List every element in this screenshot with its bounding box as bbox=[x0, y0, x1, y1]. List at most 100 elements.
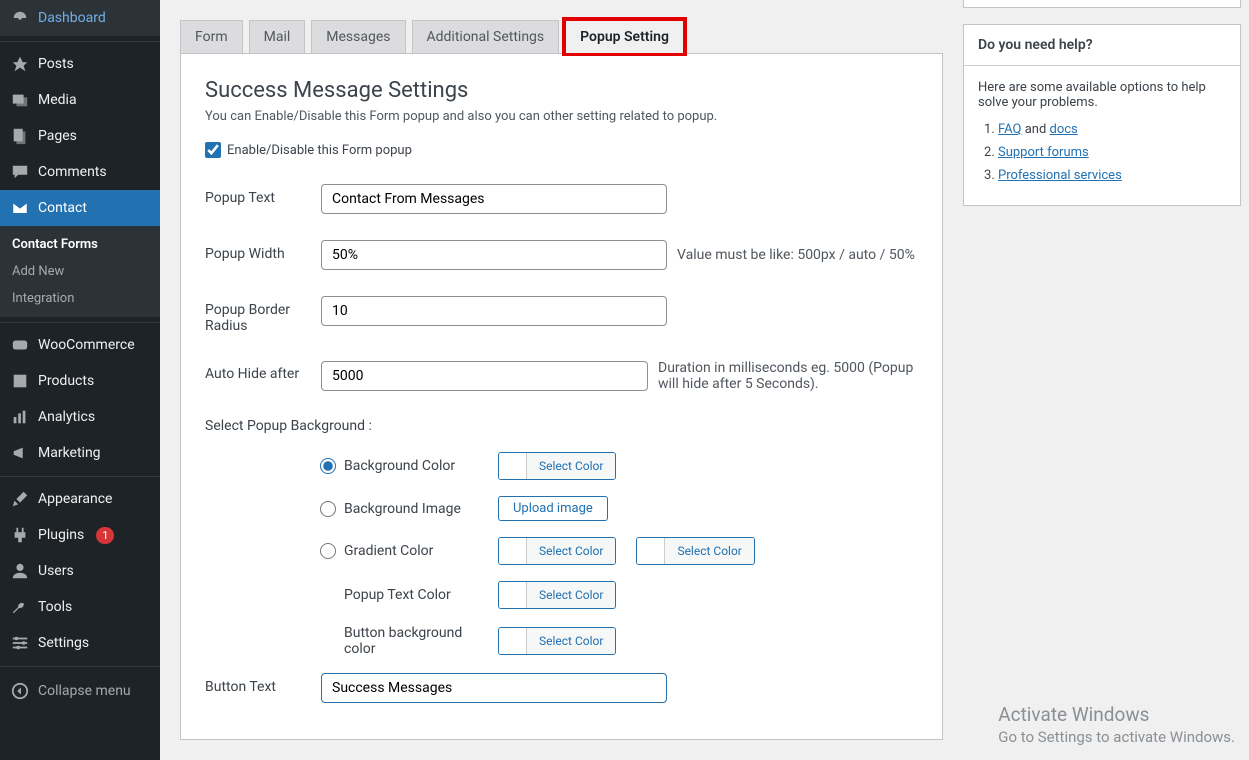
select-color-button[interactable]: Select Color bbox=[527, 628, 615, 654]
comments-icon bbox=[10, 162, 30, 182]
btn-bg-color-picker[interactable]: Select Color bbox=[498, 627, 616, 655]
auto-hide-hint: Duration in milliseconds eg. 5000 (Popup… bbox=[658, 360, 918, 392]
woo-icon bbox=[10, 335, 30, 355]
pro-services-link[interactable]: Professional services bbox=[998, 168, 1122, 183]
sidebar-subitem-add-new[interactable]: Add New bbox=[0, 258, 160, 285]
admin-sidebar: Dashboard Posts Media Pages Comments Con… bbox=[0, 0, 160, 760]
mail-icon bbox=[10, 198, 30, 218]
button-text-label: Button Text bbox=[205, 673, 303, 695]
gradient-color-picker-1[interactable]: Select Color bbox=[498, 537, 616, 565]
bg-image-radio[interactable] bbox=[320, 501, 336, 517]
sidebar-item-comments[interactable]: Comments bbox=[0, 154, 160, 190]
products-icon bbox=[10, 371, 30, 391]
docs-link[interactable]: docs bbox=[1050, 122, 1078, 137]
upload-image-button[interactable]: Upload image bbox=[498, 496, 608, 521]
popup-radius-input[interactable] bbox=[321, 296, 667, 326]
sidebar-item-marketing[interactable]: Marketing bbox=[0, 435, 160, 471]
sidebar-label: Media bbox=[38, 92, 77, 108]
sidebar-item-plugins[interactable]: Plugins 1 bbox=[0, 517, 160, 553]
collapse-icon bbox=[10, 681, 30, 701]
tab-messages[interactable]: Messages bbox=[311, 20, 405, 53]
sidebar-item-analytics[interactable]: Analytics bbox=[0, 399, 160, 435]
wrench-icon bbox=[10, 597, 30, 617]
tab-form[interactable]: Form bbox=[180, 20, 243, 53]
sidebar-label: Settings bbox=[38, 635, 89, 651]
sidebar-item-users[interactable]: Users bbox=[0, 553, 160, 589]
sidebar-item-posts[interactable]: Posts bbox=[0, 46, 160, 82]
sidebar-label: Pages bbox=[38, 128, 77, 144]
select-color-button[interactable]: Select Color bbox=[527, 538, 615, 564]
sidebar-item-settings[interactable]: Settings bbox=[0, 625, 160, 661]
tab-mail[interactable]: Mail bbox=[249, 20, 306, 53]
bg-color-radio[interactable] bbox=[320, 458, 336, 474]
tab-popup-setting[interactable]: Popup Setting bbox=[565, 20, 684, 53]
sidebar-label: Marketing bbox=[38, 445, 101, 461]
select-color-button[interactable]: Select Color bbox=[665, 538, 753, 564]
sidebar-item-woocommerce[interactable]: WooCommerce bbox=[0, 327, 160, 363]
sidebar-subitem-integration[interactable]: Integration bbox=[0, 285, 160, 312]
popup-text-label: Popup Text bbox=[205, 184, 303, 206]
color-swatch bbox=[637, 538, 665, 564]
sidebar-item-dashboard[interactable]: Dashboard bbox=[0, 0, 160, 36]
enable-popup-checkbox[interactable] bbox=[205, 142, 221, 158]
help-card-title: Do you need help? bbox=[964, 25, 1240, 66]
sliders-icon bbox=[10, 633, 30, 653]
sidebar-label: Users bbox=[38, 563, 74, 579]
forums-link[interactable]: Support forums bbox=[998, 145, 1089, 160]
button-text-input[interactable] bbox=[321, 673, 667, 703]
bg-color-radio-row[interactable]: Background Color bbox=[320, 458, 478, 474]
sidebar-item-collapse[interactable]: Collapse menu bbox=[0, 671, 160, 711]
sidebar-label: Products bbox=[38, 373, 94, 389]
popup-text-input[interactable] bbox=[321, 184, 667, 214]
enable-popup-checkbox-row[interactable]: Enable/Disable this Form popup bbox=[205, 142, 918, 158]
popup-width-input[interactable] bbox=[321, 240, 667, 270]
sidebar-item-media[interactable]: Media bbox=[0, 82, 160, 118]
sidebar-label: Dashboard bbox=[38, 10, 106, 26]
sidebar-submenu-contact: Contact Forms Add New Integration bbox=[0, 226, 160, 317]
sidebar-label: Appearance bbox=[38, 491, 112, 507]
btn-bg-label: Button background color bbox=[320, 625, 478, 657]
help-intro: Here are some available options to help … bbox=[978, 80, 1226, 110]
select-color-button[interactable]: Select Color bbox=[527, 453, 615, 479]
color-swatch bbox=[499, 628, 527, 654]
text-color-picker[interactable]: Select Color bbox=[498, 581, 616, 609]
help-item-faq: FAQ and docs bbox=[998, 122, 1226, 137]
tab-additional-settings[interactable]: Additional Settings bbox=[412, 20, 560, 53]
brush-icon bbox=[10, 489, 30, 509]
color-swatch bbox=[499, 582, 527, 608]
pages-icon bbox=[10, 126, 30, 146]
media-icon bbox=[10, 90, 30, 110]
sidebar-label: Plugins bbox=[38, 527, 84, 543]
select-color-button[interactable]: Select Color bbox=[527, 582, 615, 608]
sidebar-item-contact[interactable]: Contact bbox=[0, 190, 160, 226]
color-swatch bbox=[499, 538, 527, 564]
faq-link[interactable]: FAQ bbox=[998, 122, 1021, 137]
help-item-pro: Professional services bbox=[998, 168, 1226, 183]
sidebar-item-products[interactable]: Products bbox=[0, 363, 160, 399]
bg-image-radio-row[interactable]: Background Image bbox=[320, 501, 478, 517]
sidebar-item-pages[interactable]: Pages bbox=[0, 118, 160, 154]
plugin-icon bbox=[10, 525, 30, 545]
sidebar-label: Collapse menu bbox=[38, 683, 131, 699]
sidebar-label: Comments bbox=[38, 164, 107, 180]
bg-gradient-radio-row[interactable]: Gradient Color bbox=[320, 543, 478, 559]
color-swatch bbox=[499, 453, 527, 479]
bg-color-picker[interactable]: Select Color bbox=[498, 452, 616, 480]
sidebar-item-appearance[interactable]: Appearance bbox=[0, 481, 160, 517]
gradient-color-picker-2[interactable]: Select Color bbox=[636, 537, 754, 565]
megaphone-icon bbox=[10, 443, 30, 463]
plugins-badge: 1 bbox=[96, 527, 114, 544]
bg-color-label: Background Color bbox=[344, 458, 455, 474]
pin-icon bbox=[10, 54, 30, 74]
popup-width-hint: Value must be like: 500px / auto / 50% bbox=[677, 247, 915, 263]
sidebar-label: Contact bbox=[38, 200, 87, 216]
tab-list: Form Mail Messages Additional Settings P… bbox=[180, 20, 943, 53]
popup-width-label: Popup Width bbox=[205, 240, 303, 262]
bg-image-label: Background Image bbox=[344, 501, 461, 517]
help-item-forums: Support forums bbox=[998, 145, 1226, 160]
auto-hide-input[interactable] bbox=[321, 361, 648, 391]
sidebar-item-tools[interactable]: Tools bbox=[0, 589, 160, 625]
chart-icon bbox=[10, 407, 30, 427]
bg-gradient-radio[interactable] bbox=[320, 543, 336, 559]
sidebar-subitem-contact-forms[interactable]: Contact Forms bbox=[0, 231, 160, 258]
